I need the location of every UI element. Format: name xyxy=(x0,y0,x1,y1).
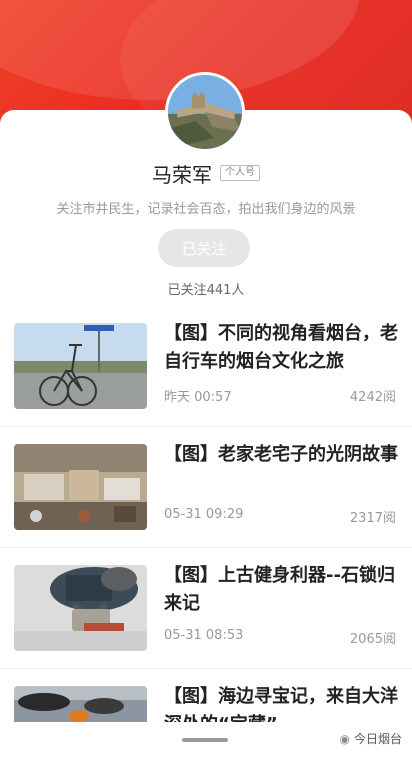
wechat-icon: ◉ xyxy=(339,731,350,746)
article-title[interactable]: 【图】不同的视角看烟台，老自行车的烟台文化之旅 xyxy=(164,320,398,376)
home-indicator[interactable] xyxy=(182,738,228,742)
watermark-brand: 今日烟台 xyxy=(353,732,402,746)
article-time: 05-31 08:53 xyxy=(164,628,244,643)
article-reads: 2317阅 xyxy=(349,511,396,526)
article-item[interactable]: 【图】老家老宅子的光阴故事 05-31 09:29 2317阅 xyxy=(0,427,412,548)
article-thumbnail xyxy=(14,323,147,409)
follow-button[interactable]: 已关注 xyxy=(158,229,250,267)
article-time: 05-31 09:29 xyxy=(164,507,244,522)
name-row: 马荣军 个人号 xyxy=(0,160,412,187)
article-title[interactable]: 【图】上古健身利器--石锁归来记 xyxy=(164,562,398,618)
article-title[interactable]: 【图】老家老宅子的光阴故事 xyxy=(164,441,398,469)
follower-count: 已关注441人 xyxy=(167,283,245,298)
article-list: 【图】不同的视角看烟台，老自行车的烟台文化之旅 昨天 00:57 4242阅 【… xyxy=(0,306,412,758)
bottom-bar: ◉ 今日烟台 xyxy=(0,722,412,758)
author-bio: 关注市井民生，记录社会百态，拍出我们身边的风景 xyxy=(56,202,356,217)
avatar[interactable] xyxy=(165,72,245,152)
article-thumbnail xyxy=(14,565,147,651)
article-reads: 4242阅 xyxy=(349,390,396,405)
watermark: ◉ 今日烟台 xyxy=(340,730,403,747)
great-wall-photo xyxy=(168,75,242,149)
author-name: 马荣军 xyxy=(152,162,212,187)
article-thumbnail xyxy=(14,444,147,530)
account-type-badge: 个人号 xyxy=(220,165,260,181)
article-time: 昨天 00:57 xyxy=(164,390,232,405)
article-reads: 2065阅 xyxy=(349,632,396,647)
article-item[interactable]: 【图】不同的视角看烟台，老自行车的烟台文化之旅 昨天 00:57 4242阅 xyxy=(0,306,412,427)
article-item[interactable]: 【图】上古健身利器--石锁归来记 05-31 08:53 2065阅 xyxy=(0,548,412,669)
